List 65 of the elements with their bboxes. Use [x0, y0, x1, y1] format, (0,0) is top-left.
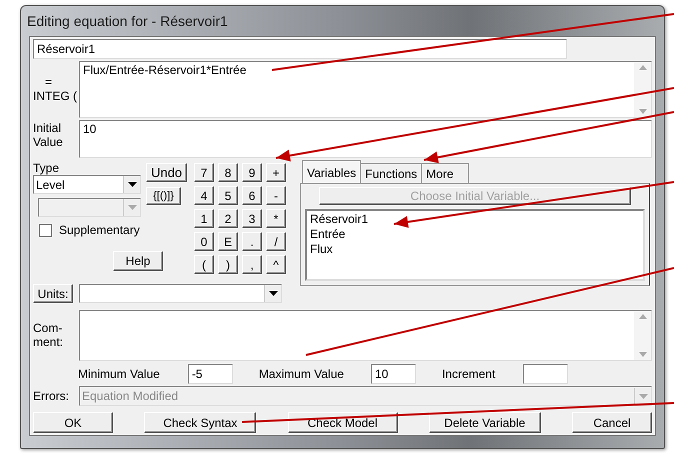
- keypad-key[interactable]: ,: [242, 255, 262, 274]
- dialog-button[interactable]: Delete Variable: [428, 412, 541, 433]
- comment-label: Com- ment:: [33, 320, 64, 352]
- range-label: Minimum Value: [78, 366, 160, 381]
- brackets-button[interactable]: {[()]}: [146, 187, 181, 205]
- keypad-key[interactable]: (: [194, 255, 214, 274]
- supplementary-label: Supplementary: [59, 223, 140, 237]
- help-button[interactable]: Help: [113, 251, 163, 271]
- comment-field[interactable]: [79, 310, 652, 362]
- type-dropdown[interactable]: Level: [33, 175, 141, 194]
- keypad-key[interactable]: 9: [242, 163, 262, 182]
- keypad-key[interactable]: 2: [218, 209, 238, 228]
- keypad-key[interactable]: E: [218, 232, 238, 251]
- keypad-key[interactable]: ): [218, 255, 238, 274]
- scrollbar[interactable]: [634, 62, 651, 117]
- range-input[interactable]: [523, 364, 568, 384]
- equation-text: Flux/Entrée-Réservoir1*Entrée: [82, 62, 248, 78]
- keypad-key[interactable]: *: [266, 209, 286, 228]
- variable-list-item[interactable]: Entrée: [310, 227, 640, 242]
- scroll-down-icon[interactable]: [638, 352, 646, 358]
- tab[interactable]: Variables: [302, 160, 362, 183]
- errors-label: Errors:: [33, 389, 70, 403]
- keypad-key[interactable]: ^: [266, 255, 286, 274]
- undo-button[interactable]: Undo: [146, 163, 187, 182]
- keypad-key[interactable]: /: [266, 232, 286, 251]
- range-label: Increment: [442, 366, 496, 381]
- initial-value-text: 10: [82, 121, 98, 137]
- keypad-key[interactable]: +: [266, 163, 286, 182]
- initial-value-label: Initial Value: [33, 120, 64, 151]
- dropdown-arrow-icon: [268, 291, 278, 296]
- range-input[interactable]: -5: [188, 364, 233, 384]
- keypad-key[interactable]: 4: [194, 186, 214, 205]
- variable-list-item[interactable]: Réservoir1: [310, 212, 640, 227]
- variable-list-item[interactable]: Flux: [310, 242, 640, 257]
- dialog-button[interactable]: Check Syntax: [144, 412, 256, 433]
- range-input[interactable]: 10: [370, 364, 416, 384]
- units-dropdown[interactable]: [79, 284, 282, 304]
- keypad-key[interactable]: 8: [218, 163, 238, 182]
- dialog-button[interactable]: Cancel: [572, 412, 652, 433]
- keypad-key[interactable]: 0: [194, 232, 214, 251]
- keypad-key[interactable]: 6: [242, 186, 262, 205]
- type-label: Type: [33, 161, 60, 175]
- keypad-key[interactable]: .: [242, 232, 262, 251]
- dialog-button[interactable]: OK: [33, 412, 113, 433]
- dropdown-arrow-icon: [638, 394, 648, 398]
- equation-label: = INTEG (: [33, 74, 78, 105]
- scroll-up-icon[interactable]: [638, 314, 646, 320]
- keypad-key[interactable]: 1: [194, 209, 214, 228]
- range-label: Maximum Value: [258, 366, 344, 381]
- window-title: Editing equation for - Réservoir1: [27, 13, 228, 29]
- keypad-key[interactable]: 5: [218, 186, 238, 205]
- keypad-key[interactable]: 7: [194, 163, 214, 182]
- dropdown-arrow-icon: [128, 205, 136, 210]
- supplementary-checkbox[interactable]: [39, 224, 52, 236]
- keypad-key[interactable]: -: [266, 186, 286, 205]
- variable-name-field[interactable]: Réservoir1: [33, 39, 567, 59]
- keypad-key[interactable]: 3: [242, 209, 262, 228]
- tab[interactable]: More: [421, 163, 469, 183]
- scrollbar[interactable]: [634, 311, 651, 360]
- scroll-up-icon[interactable]: [638, 65, 646, 70]
- units-button[interactable]: Units:: [33, 284, 73, 304]
- dropdown-arrow-icon: [128, 182, 136, 187]
- equation-field[interactable]: Flux/Entrée-Réservoir1*Entrée: [79, 61, 652, 118]
- scroll-down-icon[interactable]: [638, 109, 646, 114]
- initial-value-field[interactable]: 10: [79, 120, 652, 158]
